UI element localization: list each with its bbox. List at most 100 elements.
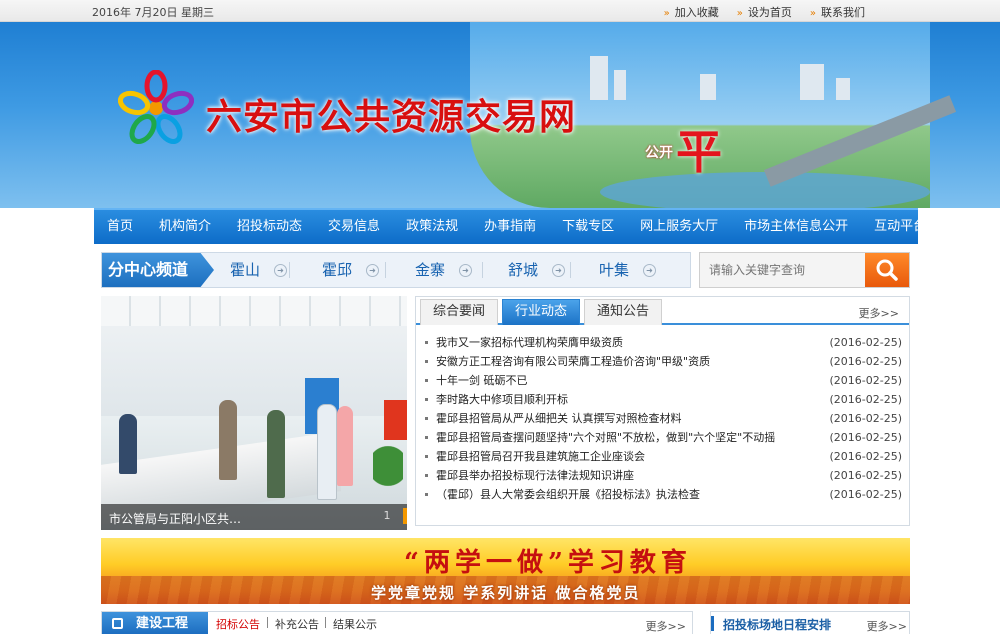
chevron-right-icon: »: [663, 8, 670, 19]
news-more-link[interactable]: 更多>>: [859, 305, 899, 321]
channel-divider: [570, 262, 571, 278]
channel-item-jinzhai[interactable]: 金寨 ➜: [415, 253, 473, 287]
list-item: 我市又一家招标代理机构荣膺甲级资质 (2016-02-25): [424, 333, 902, 352]
construction-section: 建设工程 招标公告 补充公告 结果公示 更多>>: [101, 611, 693, 634]
channel-item-shucheng[interactable]: 舒城 ➜: [508, 253, 566, 287]
list-item: 李时路大中修项目顺利开标 (2016-02-25): [424, 390, 902, 409]
nav-item-about[interactable]: 机构简介: [146, 209, 224, 245]
tab-announcements[interactable]: 通知公告: [584, 299, 662, 325]
news-list: 我市又一家招标代理机构荣膺甲级资质 (2016-02-25) 安徽方正工程咨询有限…: [424, 333, 902, 504]
building-shape: [800, 64, 824, 100]
tab-divider: [267, 617, 268, 628]
list-item: 霍邱县招管局召开我县建筑施工企业座谈会 (2016-02-25): [424, 447, 902, 466]
building-shape: [700, 74, 716, 100]
site-logo-icon: [118, 70, 194, 145]
channel-item-label: 舒城: [508, 261, 539, 279]
schedule-more-link[interactable]: 更多>>: [867, 618, 907, 634]
news-date: (2016-02-25): [829, 469, 902, 482]
list-item: 十年一剑 砥砺不已 (2016-02-25): [424, 371, 902, 390]
bullet-icon: [425, 493, 428, 496]
tab-supplement-notice[interactable]: 补充公告: [275, 616, 319, 632]
news-title[interactable]: （霍邱）县人大常委会组织开展《招投标法》执法检查: [436, 485, 816, 504]
section-heading: 建设工程: [102, 612, 208, 634]
tab-bid-notice[interactable]: 招标公告: [216, 616, 260, 632]
nav-item-interaction[interactable]: 互动平台: [861, 209, 939, 245]
channel-divider: [289, 262, 290, 278]
bullet-icon: [425, 379, 428, 382]
tab-general-news[interactable]: 综合要闻: [420, 299, 498, 325]
slide-person: [219, 400, 237, 480]
news-date: (2016-02-25): [829, 488, 902, 501]
channel-divider: [482, 262, 483, 278]
slide-plant: [373, 442, 403, 502]
site-title: 六安市公共资源交易网: [206, 96, 577, 138]
channel-item-label: 霍邱: [322, 261, 353, 279]
slide-person: [317, 404, 337, 500]
nav-item-trade-info[interactable]: 交易信息: [315, 209, 393, 245]
nav-item-home[interactable]: 首页: [94, 209, 146, 245]
top-bar: 2016年 7月20日 星期三 » 加入收藏 » 设为首页 » 联系我们: [0, 0, 1000, 22]
news-title[interactable]: 安徽方正工程咨询有限公司荣膺工程造价咨询"甲级"资质: [436, 352, 816, 371]
section-more-link[interactable]: 更多>>: [646, 618, 686, 634]
slide-board: [384, 400, 407, 440]
slide-caption[interactable]: 市公管局与正阳小区共…: [109, 510, 241, 527]
add-favorite-label: 加入收藏: [674, 6, 719, 19]
channel-bar: 分中心频道 霍山 ➜ 霍邱 ➜ 金寨 ➜ 舒城 ➜ 叶集 ➜: [101, 252, 691, 288]
list-item: 霍邱县招管局从严从细把关 认真撰写对照检查材料 (2016-02-25): [424, 409, 902, 428]
slogan-big: 平: [676, 125, 722, 179]
news-date: (2016-02-25): [829, 412, 902, 425]
promo-banner[interactable]: “两学一做”学习教育 学党章党规 学系列讲话 做合格党员: [101, 538, 910, 604]
nav-item-policies[interactable]: 政策法规: [393, 209, 471, 245]
news-title[interactable]: 十年一剑 砥砺不已: [436, 371, 816, 390]
arrow-right-icon: ➜: [459, 264, 473, 277]
channel-item-huoshan[interactable]: 霍山 ➜: [230, 253, 288, 287]
search-input[interactable]: [701, 254, 867, 286]
channel-label: 分中心频道: [102, 253, 214, 287]
contact-us-link[interactable]: » 联系我们: [810, 4, 865, 20]
news-title[interactable]: 霍邱县招管局从严从细把关 认真撰写对照检查材料: [436, 409, 816, 428]
slide-person: [267, 410, 285, 498]
bullet-icon: [425, 455, 428, 458]
nav-item-bidding-news[interactable]: 招投标动态: [224, 209, 315, 245]
bullet-icon: [425, 341, 428, 344]
channel-divider: [385, 262, 386, 278]
arrow-right-icon: ➜: [643, 264, 657, 277]
slide-ceiling: [101, 296, 407, 326]
slide-pager: 1 2 3 4 5: [377, 508, 407, 524]
nav-item-market-info[interactable]: 市场主体信息公开: [731, 209, 861, 245]
bullet-icon: [425, 360, 428, 363]
set-homepage-label: 设为首页: [747, 6, 792, 19]
channel-item-label: 金寨: [415, 261, 446, 279]
set-homepage-link[interactable]: » 设为首页: [737, 4, 792, 20]
nav-item-online-service[interactable]: 网上服务大厅: [627, 209, 731, 245]
tab-industry-news[interactable]: 行业动态: [502, 299, 580, 325]
arrow-right-icon: ➜: [274, 264, 288, 277]
add-favorite-link[interactable]: » 加入收藏: [664, 4, 719, 20]
news-title[interactable]: 霍邱县招管局查摆问题坚持"六个对照"不放松，做到"六个坚定"不动摇: [436, 428, 816, 447]
tab-divider: [325, 617, 326, 628]
news-date: (2016-02-25): [829, 393, 902, 406]
section-title: 建设工程: [136, 616, 189, 631]
search-button[interactable]: [865, 253, 909, 287]
nav-item-downloads[interactable]: 下载专区: [549, 209, 627, 245]
list-item: 霍邱县举办招投标现行法律法规知识讲座 (2016-02-25): [424, 466, 902, 485]
news-title[interactable]: 霍邱县举办招投标现行法律法规知识讲座: [436, 466, 816, 485]
news-title[interactable]: 霍邱县招管局召开我县建筑施工企业座谈会: [436, 447, 816, 466]
channel-item-yeji[interactable]: 叶集 ➜: [599, 253, 657, 287]
nav-item-guide[interactable]: 办事指南: [471, 209, 549, 245]
slide-page-2[interactable]: 2: [403, 508, 407, 524]
slide-page-1[interactable]: 1: [377, 508, 397, 524]
news-date: (2016-02-25): [829, 450, 902, 463]
photo-slider[interactable]: 市公管局与正阳小区共… 1 2 3 4 5: [101, 296, 407, 530]
building-shape: [614, 70, 626, 100]
channel-item-huoqiu[interactable]: 霍邱 ➜: [322, 253, 380, 287]
tab-result-notice[interactable]: 结果公示: [333, 616, 377, 632]
news-title[interactable]: 我市又一家招标代理机构荣膺甲级资质: [436, 333, 816, 352]
building-shape: [590, 56, 608, 100]
bullet-icon: [425, 474, 428, 477]
search-icon: [876, 259, 898, 281]
bullet-icon: [425, 436, 428, 439]
news-title[interactable]: 李时路大中修项目顺利开标: [436, 390, 816, 409]
bullet-icon: [425, 398, 428, 401]
news-date: (2016-02-25): [829, 355, 902, 368]
